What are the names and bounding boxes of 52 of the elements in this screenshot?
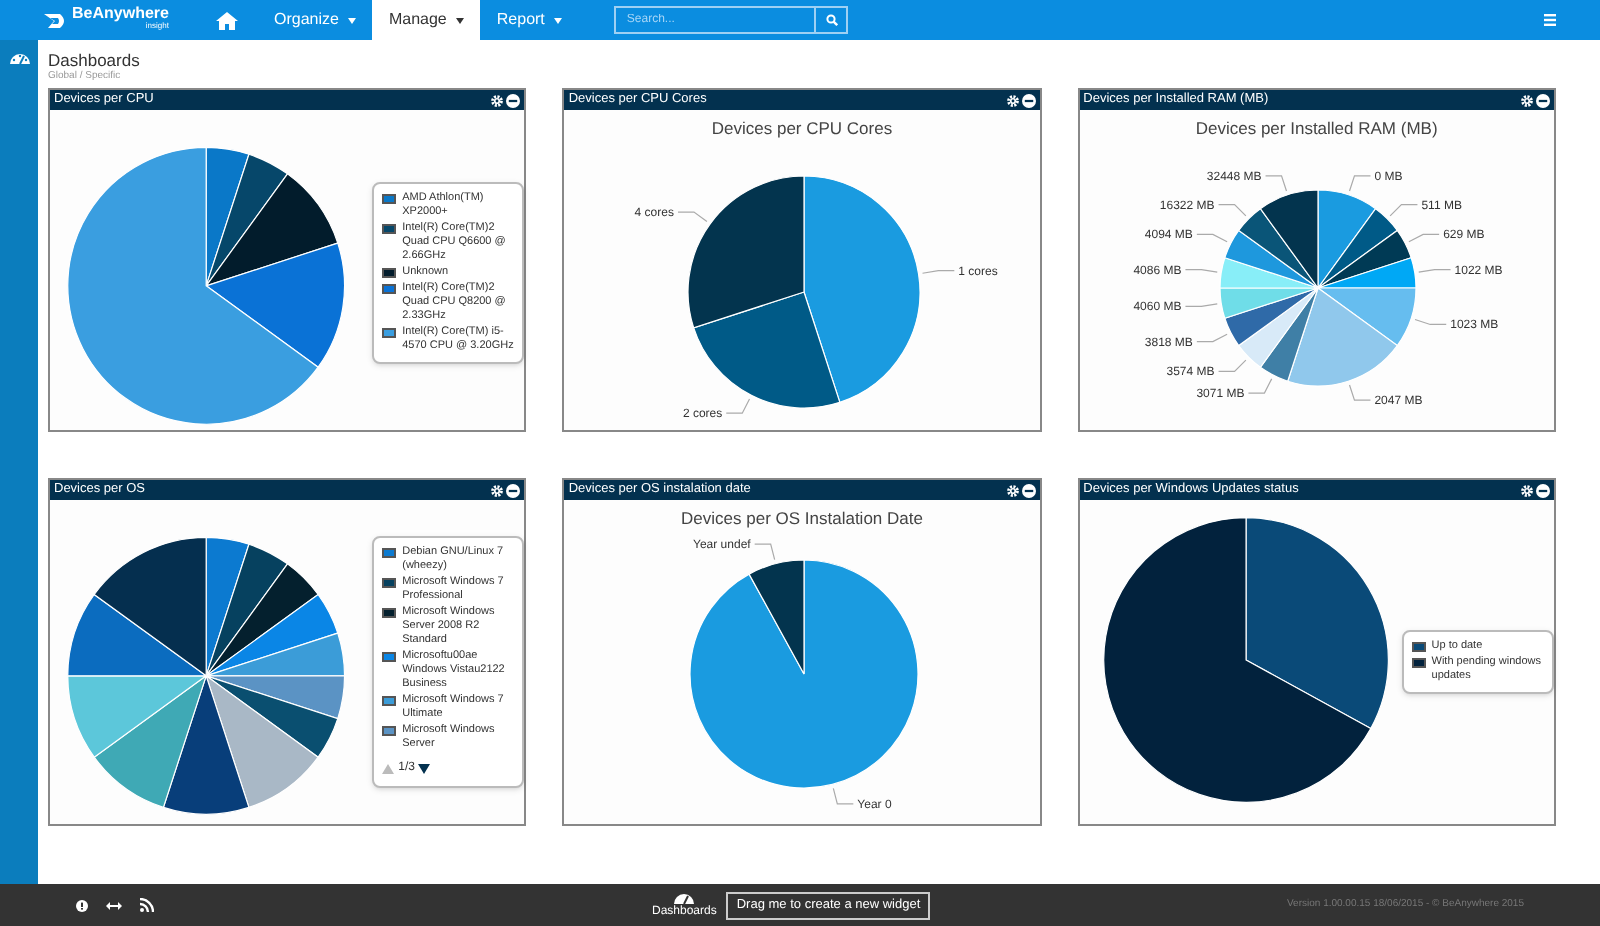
rss-icon[interactable] xyxy=(140,898,154,912)
logo-icon xyxy=(44,11,68,29)
leader-line xyxy=(1195,333,1228,343)
nav-menu-tab[interactable]: Report xyxy=(480,0,579,40)
search-button[interactable] xyxy=(816,6,849,34)
collapse-icon[interactable] xyxy=(1021,93,1036,107)
collapse-icon[interactable] xyxy=(506,483,521,497)
leader-line xyxy=(1389,203,1418,217)
chart-title: Devices per OS Instalation Date xyxy=(681,508,923,530)
collapse-icon[interactable] xyxy=(1535,93,1550,107)
collapse-icon[interactable] xyxy=(506,93,521,107)
settings-icon[interactable] xyxy=(490,483,505,497)
caret-icon xyxy=(348,17,357,23)
leader-line xyxy=(753,543,775,561)
brand-name: BeAnywhere xyxy=(72,8,169,20)
leader-line xyxy=(1184,303,1218,308)
home-icon[interactable] xyxy=(216,11,238,29)
caret-icon xyxy=(554,17,563,23)
caret-icon xyxy=(456,17,465,23)
help-icon[interactable] xyxy=(76,899,88,911)
search-icon xyxy=(825,14,838,26)
chart-title: Devices per CPU Cores xyxy=(711,118,893,140)
leader-line xyxy=(1184,268,1218,273)
nav-menu-tab[interactable]: Organize xyxy=(258,0,373,40)
dashboard-icon[interactable] xyxy=(674,890,695,906)
leader-line xyxy=(1217,359,1247,373)
leader-line xyxy=(1348,384,1371,401)
settings-icon[interactable] xyxy=(1519,93,1534,107)
page-down-icon[interactable] xyxy=(418,764,431,774)
leader-line xyxy=(1247,378,1272,394)
leader-line xyxy=(1407,233,1440,243)
leader-line xyxy=(676,211,707,223)
leader-line xyxy=(1417,268,1451,273)
leader-line xyxy=(1217,203,1247,217)
leader-line xyxy=(724,398,750,414)
leader-line xyxy=(1195,233,1228,243)
leader-line xyxy=(831,787,853,805)
settings-icon[interactable] xyxy=(490,93,505,107)
page-title: Dashboards xyxy=(48,52,142,70)
leader-line xyxy=(1264,175,1287,192)
nav-menu-tab[interactable]: Manage xyxy=(372,0,481,40)
leader-line xyxy=(1414,318,1447,326)
settings-icon[interactable] xyxy=(1005,483,1020,497)
menu-icon[interactable] xyxy=(1544,14,1556,26)
settings-icon[interactable] xyxy=(1519,483,1534,497)
leader-line xyxy=(920,270,954,274)
leader-line xyxy=(1348,175,1371,192)
chart-title: Devices per Installed RAM (MB) xyxy=(1195,118,1438,140)
resize-arrows-icon[interactable] xyxy=(106,901,122,909)
collapse-icon[interactable] xyxy=(1021,483,1036,497)
collapse-icon[interactable] xyxy=(1535,483,1550,497)
settings-icon[interactable] xyxy=(1005,93,1020,107)
